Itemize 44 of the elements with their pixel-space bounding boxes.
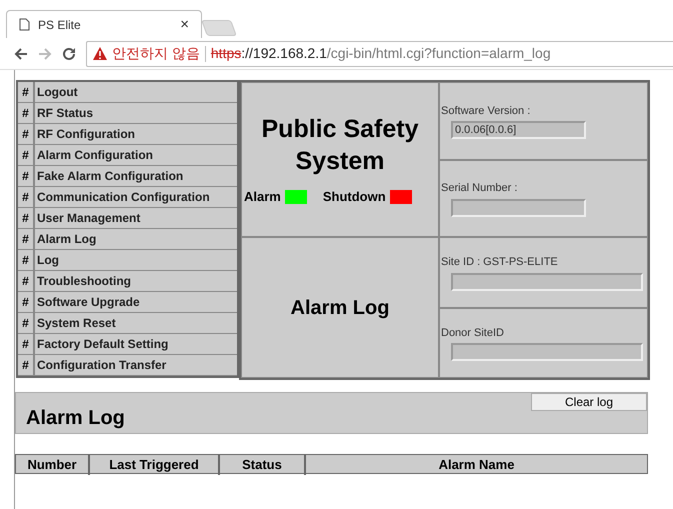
browser-tab[interactable]: PS Elite × [6,10,202,38]
page-icon [19,18,30,31]
menu-link[interactable]: RF Status [35,103,237,123]
address-bar[interactable]: 안전하지 않음 https://192.168.2.1/cgi-bin/html.cgi?function=alarm_log [86,40,673,66]
menu-link[interactable]: Fake Alarm Configuration [35,166,237,186]
clear-log-button[interactable]: Clear log [531,393,647,411]
indicator-label: Alarm [244,188,281,206]
input-field[interactable]: 0.0.06[0.0.6] [451,121,586,139]
menu-link[interactable]: Log [35,250,237,270]
menu-link[interactable]: User Management [35,208,237,228]
input-field[interactable] [451,198,586,216]
column-header: Alarm Name [304,455,647,474]
alarm-log-title: Alarm Log [26,406,125,431]
security-warning: 안전하지 않음 [112,44,200,63]
close-icon[interactable]: × [180,17,189,32]
field-label: Site ID : GST-PS-ELITE [441,255,559,270]
menu-link[interactable]: Alarm Log [35,229,237,249]
warning-icon [93,47,107,60]
input-field[interactable] [451,343,643,361]
column-header: Last Triggered [88,455,218,474]
forward-icon[interactable] [38,46,52,60]
menu-link[interactable]: Factory Default Setting [35,334,237,354]
menu-link[interactable]: Software Upgrade [35,292,237,312]
tab-title: PS Elite [38,16,81,34]
menu-link[interactable]: Alarm Configuration [35,145,237,165]
column-header: Number [26,456,78,474]
column-header: Status [218,455,304,474]
field-label: Serial Number : [441,181,518,196]
menu-link[interactable]: Troubleshooting [35,271,237,291]
menu-link[interactable]: Communication Configuration [35,187,237,207]
field-label: Software Version : [441,104,532,118]
indicator-label: Shutdown [322,188,386,206]
back-icon[interactable] [14,46,28,60]
menu-link[interactable]: Configuration Transfer [35,355,237,375]
url-text: https://192.168.2.1/cgi-bin/html.cgi?function=alarm_log [210,44,551,63]
input-field[interactable] [451,272,643,290]
reload-icon[interactable] [62,46,76,60]
menu-link[interactable]: RF Configuration [35,124,237,144]
field-label: Donor SiteID [441,326,505,340]
menu-link[interactable]: System Reset [35,313,237,333]
page-name: Alarm Log [290,296,390,320]
menu-link[interactable]: Logout [35,82,237,102]
new-tab-button[interactable] [201,20,237,36]
system-title: Public Safety System [260,114,420,177]
